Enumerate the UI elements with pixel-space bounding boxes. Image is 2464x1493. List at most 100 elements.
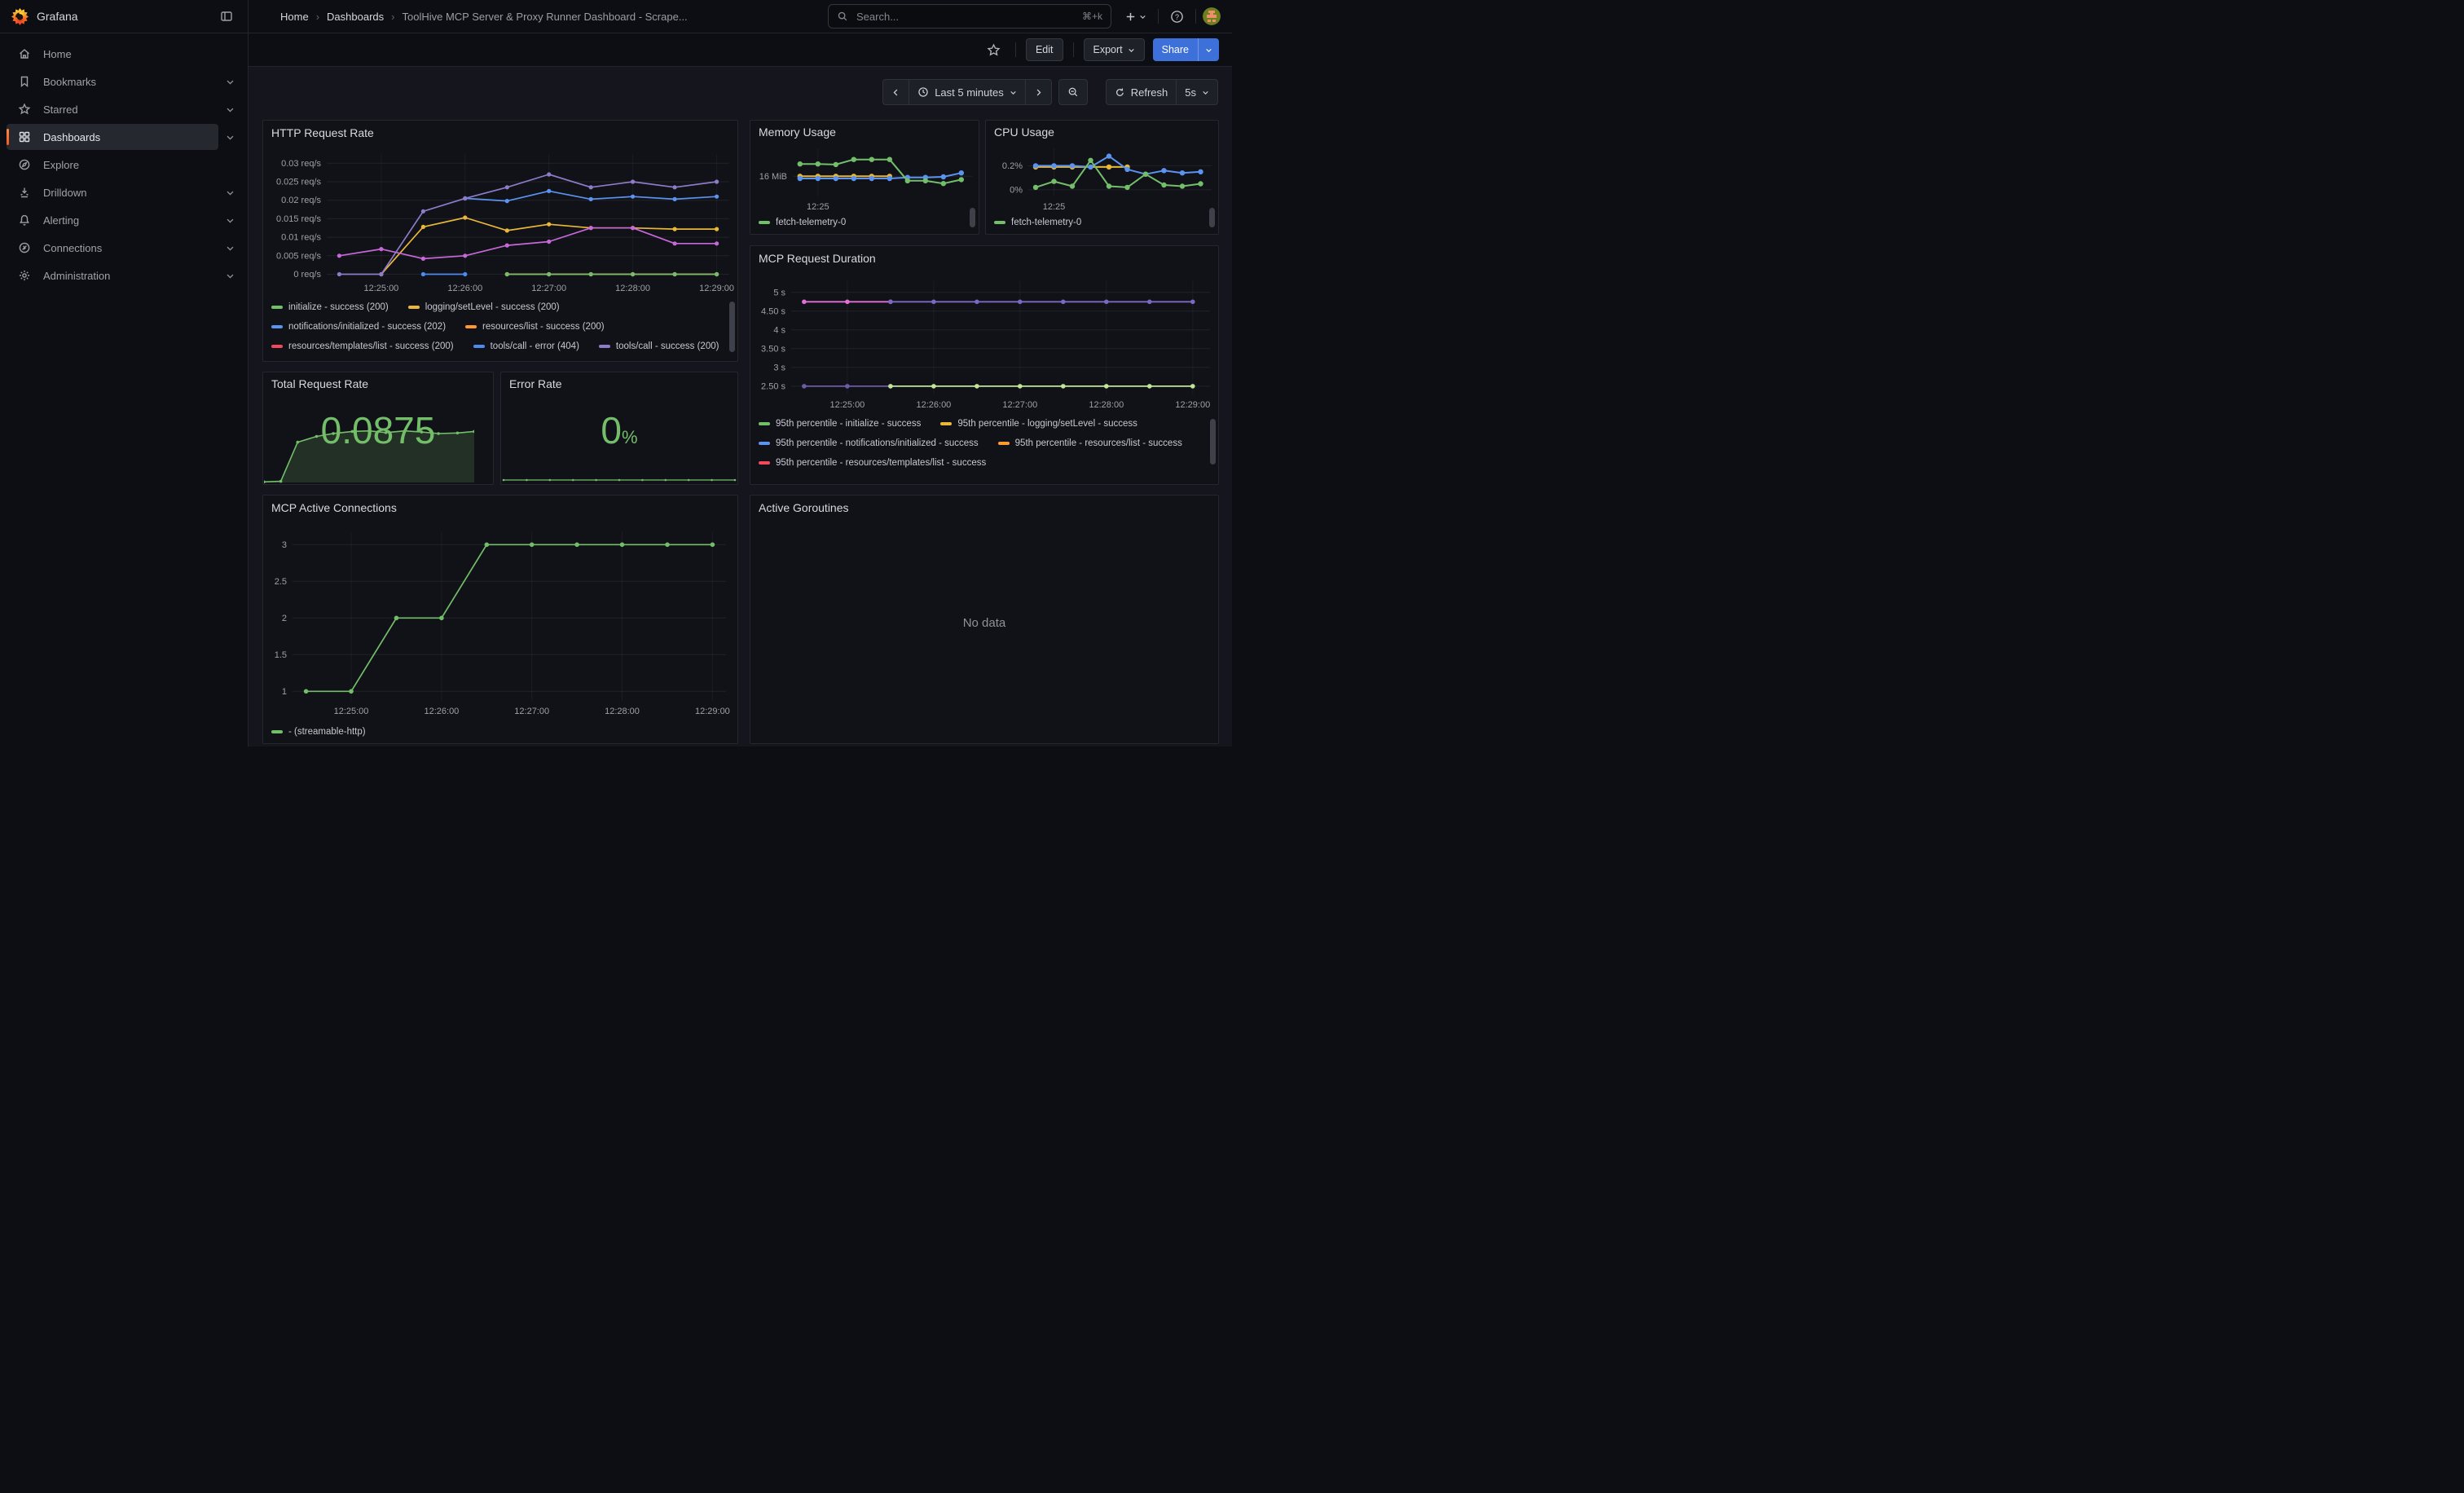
legend-item[interactable]: 95th percentile - resources/templates/li… [759,453,986,473]
http-request-rate-chart[interactable]: 0 req/s0.005 req/s0.01 req/s0.015 req/s0… [263,148,737,296]
time-range-picker[interactable]: Last 5 minutes [909,79,1025,105]
mcp-request-duration-chart[interactable]: 5 s4.50 s4 s3.50 s3 s2.50 s12:25:0012:26… [750,273,1218,412]
error-rate-sparkline [502,472,737,483]
sidebar-item-alerting[interactable]: Alerting [7,207,218,233]
chart-svg: 0.2%0%12:25 [986,143,1218,211]
panel-http-request-rate: HTTP Request Rate 0 req/s0.005 req/s0.01… [262,120,738,362]
legend-item[interactable]: 95th percentile - resources/list - succe… [998,434,1182,453]
chart-svg: 5 s4.50 s4 s3.50 s3 s2.50 s12:25:0012:26… [750,273,1218,412]
legend-swatch [759,422,770,425]
svg-text:3 s: 3 s [773,363,785,372]
grafana-logo-icon [11,8,29,25]
sidebar-item-explore[interactable]: Explore [7,152,218,178]
legend-scrollbar[interactable] [1209,208,1215,227]
legend-item[interactable]: tools/call - error (404) [473,337,579,356]
panel-cpu-usage: CPU Usage 0.2%0%12:25 fetch-telemetry-0 [985,120,1219,235]
connections-legend: - (streamable-http) [263,720,737,743]
legend-item[interactable]: unknown - success (200) [408,356,530,361]
expand-connections-button[interactable] [218,244,241,253]
panel-title[interactable]: Error Rate [501,372,737,395]
legend-scrollbar[interactable] [1210,419,1216,465]
share-button[interactable]: Share [1153,38,1198,61]
panel-title[interactable]: Active Goroutines [750,495,1218,522]
search-box[interactable]: ⌘+k [828,4,1111,29]
svg-text:12:28:00: 12:28:00 [1089,400,1124,410]
help-button[interactable]: ? [1165,7,1189,27]
add-new-button[interactable] [1120,7,1151,26]
chevron-down-icon [226,271,235,280]
expand-drilldown-button[interactable] [218,188,241,197]
svg-text:2.5: 2.5 [275,577,287,587]
star-icon [18,103,31,116]
export-button[interactable]: Export [1084,38,1145,61]
edit-button[interactable]: Edit [1026,38,1063,61]
legend-swatch [271,306,283,309]
refresh-interval-picker[interactable]: 5s [1176,79,1218,105]
legend-swatch [759,461,770,465]
panel-title[interactable]: Total Request Rate [263,372,493,395]
legend-item[interactable]: fetch-telemetry-0 [759,213,846,232]
panel-title[interactable]: CPU Usage [986,121,1218,143]
time-forward-button[interactable] [1025,79,1052,105]
zoom-out-button[interactable] [1058,79,1088,105]
search-input[interactable] [855,10,1076,24]
panel-title[interactable]: MCP Active Connections [263,495,737,522]
refresh-label: Refresh [1131,86,1168,99]
svg-text:0 req/s: 0 req/s [293,270,321,280]
divider [1015,42,1016,57]
panel-title[interactable]: HTTP Request Rate [263,121,737,148]
sidebar-item-dashboards[interactable]: Dashboards [7,124,218,150]
legend-item[interactable]: resources/list - success (200) [465,317,605,337]
legend-item[interactable]: fetch-telemetry-0 [994,213,1081,232]
legend-item[interactable]: tools/call - success (200) [599,337,719,356]
help-icon: ? [1170,10,1184,24]
breadcrumb-dashboards[interactable]: Dashboards [327,11,384,23]
chevron-left-icon [891,88,900,97]
sidebar-item-bookmarks[interactable]: Bookmarks [7,68,218,95]
sidebar-item-administration[interactable]: Administration [7,262,218,288]
sidebar-item-connections[interactable]: Connections [7,235,218,261]
sidebar-toggle-button[interactable] [218,8,235,24]
legend-item[interactable]: 95th percentile - initialize - success [759,414,921,434]
svg-text:?: ? [1175,12,1179,20]
svg-text:0%: 0% [1010,185,1023,195]
avatar-image [1203,7,1221,25]
sidebar-item-starred[interactable]: Starred [7,96,218,122]
expand-dashboards-button[interactable] [218,133,241,142]
breadcrumb-separator: › [391,11,394,23]
favorite-star-button[interactable] [982,40,1005,60]
sidebar-item-home[interactable]: Home [7,41,218,67]
breadcrumb: Home › Dashboards › ToolHive MCP Server … [280,11,688,23]
legend-item[interactable]: - (streamable-http) [271,722,366,742]
legend-item[interactable]: tools/list - success (200) [271,356,389,361]
expand-administration-button[interactable] [218,271,241,280]
panel-title[interactable]: MCP Request Duration [750,246,1218,273]
chevron-down-icon [226,133,235,142]
legend-item[interactable]: logging/setLevel - success (200) [408,297,560,317]
expand-starred-button[interactable] [218,105,241,114]
cpu-usage-chart[interactable]: 0.2%0%12:25 [986,143,1218,211]
legend-swatch [271,730,283,733]
legend-swatch [465,325,477,328]
legend-scrollbar[interactable] [729,302,735,352]
svg-text:12:27:00: 12:27:00 [1002,400,1037,410]
user-avatar[interactable] [1203,7,1221,25]
chevron-down-icon [1010,89,1017,96]
panel-title[interactable]: Memory Usage [750,121,979,143]
legend-item[interactable]: notifications/initialized - success (202… [271,317,446,337]
legend-item[interactable]: 95th percentile - logging/setLevel - suc… [940,414,1137,434]
expand-alerting-button[interactable] [218,216,241,225]
mcp-active-connections-chart[interactable]: 32.521.5112:25:0012:26:0012:27:0012:28:0… [263,522,737,720]
expand-bookmarks-button[interactable] [218,77,241,86]
share-menu-button[interactable] [1198,38,1219,61]
time-back-button[interactable] [882,79,909,105]
legend-item[interactable]: resources/templates/list - success (200) [271,337,454,356]
refresh-button[interactable]: Refresh [1106,79,1177,105]
sidebar-item-drilldown[interactable]: Drilldown [7,179,218,205]
legend-scrollbar[interactable] [970,208,975,227]
legend-item[interactable]: 95th percentile - notifications/initiali… [759,434,979,453]
legend-item[interactable]: initialize - success (200) [271,297,389,317]
memory-usage-chart[interactable]: 16 MiB12:25 [750,143,979,211]
legend-swatch [940,422,952,425]
breadcrumb-home[interactable]: Home [280,11,309,23]
